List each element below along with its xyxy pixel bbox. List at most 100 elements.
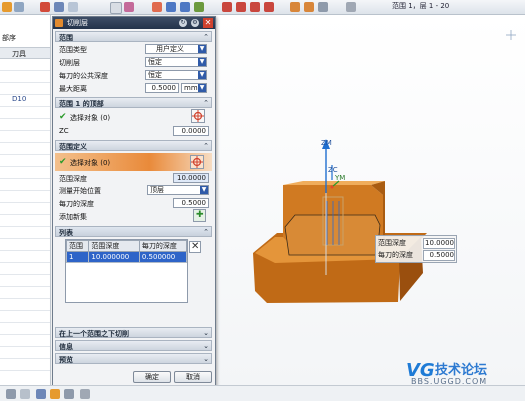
add-range-button[interactable]: ✚ [193,209,206,222]
gear-icon[interactable] [40,2,50,12]
range-type-value: 用户定义 [156,45,184,53]
popup-per-cut-label: 每刀的深度 [378,251,413,259]
section-list-label: 列表 [59,229,73,237]
chevron-up-icon[interactable]: ⌃ [202,228,210,236]
folder-icon[interactable] [2,2,12,12]
zm-label: ZM [321,139,332,147]
popup-range-depth-input[interactable]: 10.0000 [423,238,455,249]
cut-levels-dialog: 切削层 ↻ ⚙ ✕ 范围 ⌃ 范围类型 用户定义 ▼ 切削层 恒定 ▼ 每刀的公… [52,16,216,387]
mode-icon[interactable] [50,389,60,399]
section-range-definition[interactable]: 范围定义 ⌃ [55,140,212,151]
list-col-range[interactable]: 范围 [66,240,90,252]
zc-input[interactable]: 0.0000 [173,126,209,136]
cut-levels-value: 恒定 [148,58,162,66]
max-distance-unit-select[interactable]: mm ▼ [181,83,207,93]
cancel-button[interactable]: 取消 [174,371,212,383]
range-list-table: 范围 范围深度 每刀的深度 1 10.000000 0.500000 [65,239,188,303]
popup-range-depth-label: 范围深度 [378,239,406,247]
zc-label: ZC [328,166,338,174]
reset-icon[interactable]: ↻ [179,19,187,27]
main-toolbar: 范围 1，层 1 - 20 [0,0,525,15]
center-snap-icon[interactable] [236,2,246,12]
range-type-select[interactable]: 用户定义 ▼ [145,44,207,54]
snap-icon[interactable] [152,2,162,12]
graphics-window[interactable]: ZM ZC YM 范围深度 10.0000 每刀的深度 0.5000 VG 技术… [215,15,525,386]
layer-visibility-icon[interactable] [64,389,74,399]
settings-icon[interactable]: ⚙ [191,19,199,27]
per-cut-depth-input[interactable]: 0.5000 [173,198,209,208]
measure-from-select[interactable]: 顶层 ▼ [147,185,209,195]
filter-icon[interactable] [124,2,134,12]
midpoint-snap-icon[interactable] [290,2,300,12]
chevron-down-icon[interactable]: ⌄ [202,329,210,337]
point-dialog-button[interactable] [191,109,205,123]
close-icon[interactable]: ✕ [203,18,213,28]
chevron-down-icon: ▼ [198,84,206,92]
chevron-up-icon[interactable]: ⌃ [202,33,210,41]
arc-icon[interactable] [180,2,190,12]
range-type-label: 范围类型 [59,46,87,54]
view-icon[interactable] [68,2,78,12]
section-range-label: 范围 [59,34,73,42]
max-distance-input[interactable]: 0.5000 [145,83,179,93]
add-range-label: 添加新集 [59,213,87,221]
chevron-down-icon: ▼ [198,71,206,79]
list-col-range-depth[interactable]: 范围深度 [88,240,140,252]
popup-per-cut-input[interactable]: 0.5000 [423,250,455,261]
common-depth-value: 恒定 [148,71,162,79]
intersection-snap-icon[interactable] [264,2,274,12]
circle-snap-icon[interactable] [222,2,232,12]
section-preview[interactable]: 预览 ⌄ [55,353,212,364]
endpoint-snap-icon[interactable] [304,2,314,12]
table-cell: 10.000000 [88,251,140,263]
section-cut-below[interactable]: 在上一个范围之下切削 ⌄ [55,327,212,338]
section-range[interactable]: 范围 ⌃ [55,31,212,42]
delete-range-button[interactable]: ✕ [189,241,201,253]
cut-levels-select[interactable]: 恒定 ▼ [145,57,207,67]
measure-from-value: 顶层 [150,186,164,194]
range-depth-input[interactable]: 10.0000 [173,173,209,183]
chevron-up-icon[interactable]: ⌃ [202,99,210,107]
chevron-up-icon[interactable]: ⌃ [202,142,210,150]
tool-column-label: 刀具 [12,50,26,58]
navigator-header: 部序 [2,34,16,42]
section-range1-top[interactable]: 范围 1 的顶部 ⌃ [55,97,212,108]
view-orient-icon[interactable] [6,389,16,399]
check-icon: ✔ [59,112,67,122]
chevron-down-icon[interactable]: ⌄ [202,342,210,350]
section-info-label: 信息 [59,343,73,351]
section-cut-below-label: 在上一个范围之下切削 [59,330,129,338]
chevron-down-icon: ▼ [200,186,208,194]
list-col-per-cut[interactable]: 每刀的深度 [138,240,187,252]
grid-snap-icon[interactable] [318,2,328,12]
section-preview-label: 预览 [59,356,73,364]
dropdown-icon[interactable] [80,389,90,399]
table-cell: 0.500000 [138,251,187,263]
measure-from-label: 测量开始位置 [59,187,101,195]
line-icon[interactable] [166,2,176,12]
ok-button[interactable]: 确定 [133,371,171,383]
tool-name[interactable]: D10 [12,95,26,103]
workplane-icon[interactable] [346,2,356,12]
select-icon[interactable] [110,2,122,14]
quadrant-snap-icon[interactable] [250,2,260,12]
table-row[interactable]: 1 10.000000 0.500000 [66,251,187,263]
layer-icon[interactable] [54,2,64,12]
chevron-down-icon[interactable]: ⌄ [202,355,210,363]
dropdown-icon[interactable] [14,2,24,12]
point-dialog-button-active[interactable] [190,155,204,169]
active-selection-row[interactable]: ✔ 选择对象 (0) [55,153,212,171]
list-header-row: 范围 范围深度 每刀的深度 [66,240,187,252]
unit-value: mm [184,84,198,92]
common-depth-select[interactable]: 恒定 ▼ [145,70,207,80]
render-icon[interactable] [20,389,30,399]
watermark-brand: 技术论坛 [435,363,488,378]
table-cell: 1 [66,251,90,263]
layer-status: 范围 1，层 1 - 20 [392,2,450,10]
section-info[interactable]: 信息 ⌄ [55,340,212,351]
point-icon[interactable] [194,2,204,12]
cut-levels-label: 切削层 [59,59,80,67]
max-distance-label: 最大距离 [59,85,87,93]
section-list[interactable]: 列表 ⌃ [55,226,212,237]
wcs-icon[interactable] [36,389,46,399]
